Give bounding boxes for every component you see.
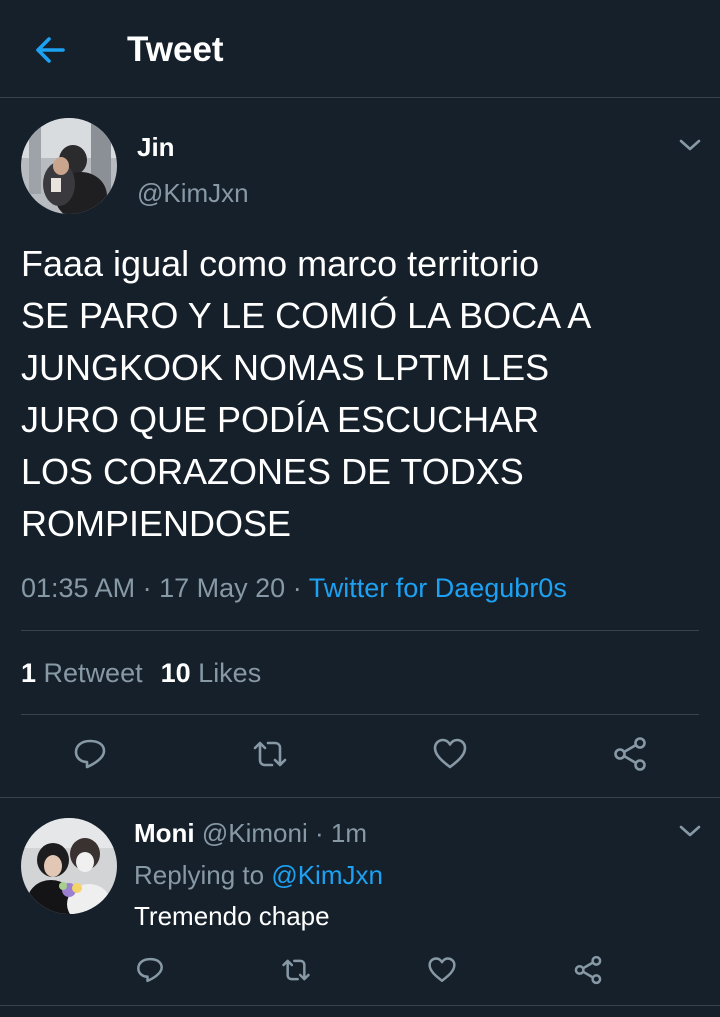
divider (0, 797, 720, 798)
reply-time: 1m (330, 818, 368, 848)
share-icon (574, 955, 602, 985)
replying-to: Replying to @KimJxn (134, 858, 383, 892)
divider (21, 714, 699, 715)
reply-author-name[interactable]: Moni (134, 818, 195, 848)
tweet-text: Faaa igual como marco territorio SE PARO… (21, 238, 701, 550)
reply-icon (137, 957, 163, 983)
like-icon (428, 957, 456, 982)
meta-separator: · (142, 573, 152, 603)
share-button[interactable] (606, 730, 654, 778)
meta-separator: · (292, 573, 302, 603)
reply-reply-button[interactable] (130, 950, 170, 990)
divider (21, 630, 699, 631)
chevron-down-icon (679, 825, 701, 837)
page-title: Tweet (127, 30, 224, 69)
tweet-metadata: 01:35 AM · 17 May 20 · Twitter for Daegu… (21, 570, 701, 606)
tweet-options-button[interactable] (675, 133, 705, 157)
retweet-button[interactable] (246, 730, 294, 778)
reply-text: Tremendo chape (134, 901, 330, 931)
retweet-icon (282, 959, 310, 981)
reply-retweet-button[interactable] (276, 950, 316, 990)
tweet-text-line: Faaa igual como marco territorio (21, 243, 540, 284)
arrow-left-icon (36, 37, 65, 63)
replying-to-mention[interactable]: @KimJxn (271, 860, 383, 890)
reply-author-avatar[interactable] (21, 818, 117, 914)
back-button[interactable] (26, 26, 74, 74)
author-name[interactable]: Jin (137, 132, 175, 162)
retweet-icon (253, 741, 287, 767)
tweet-time: 01:35 AM (21, 573, 136, 603)
likes-label: Likes (198, 658, 262, 688)
divider (0, 1005, 720, 1006)
tweet-stats: 1 Retweet 10 Likes (21, 655, 279, 691)
reply-like-button[interactable] (422, 950, 462, 990)
author-handle[interactable]: @KimJxn (137, 178, 249, 208)
retweets-label: Retweet (43, 658, 143, 688)
chevron-down-icon (679, 139, 701, 151)
replying-to-label: Replying to (134, 860, 265, 890)
tweet-detail-screen: Tweet Jin @KimJxn Faaa igual como marco … (0, 0, 720, 1017)
tweet-source-link[interactable]: Twitter for Daegubr0s (309, 573, 567, 603)
tweet-text-line: JUNGKOOK NOMAS LPTM LES (21, 347, 550, 388)
tweet-text-line: LOS CORAZONES DE TODXS (21, 451, 524, 492)
likes-stat[interactable]: 10 Likes (161, 658, 262, 688)
reply-author-handle[interactable]: @Kimoni (202, 818, 308, 848)
author-avatar[interactable] (21, 118, 117, 214)
reply-icon (74, 739, 106, 769)
tweet-text-line: JURO QUE PODÍA ESCUCHAR (21, 399, 540, 440)
retweets-stat[interactable]: 1 Retweet (21, 658, 143, 688)
reply-button[interactable] (66, 730, 114, 778)
reply-separator: · (315, 818, 324, 848)
like-icon (433, 738, 467, 769)
retweets-count: 1 (21, 658, 37, 688)
top-bar: Tweet (0, 0, 720, 98)
reply-options-button[interactable] (675, 819, 705, 843)
share-icon (614, 737, 646, 771)
tweet-text-line: SE PARO Y LE COMIÓ LA BOCA A (21, 295, 592, 336)
likes-count: 10 (160, 658, 191, 688)
reply-header: Moni @Kimoni · 1m (134, 816, 367, 850)
tweet-date: 17 May 20 (159, 573, 286, 603)
tweet-text-line: ROMPIENDOSE (21, 503, 292, 544)
reply-share-button[interactable] (568, 950, 608, 990)
like-button[interactable] (426, 730, 474, 778)
